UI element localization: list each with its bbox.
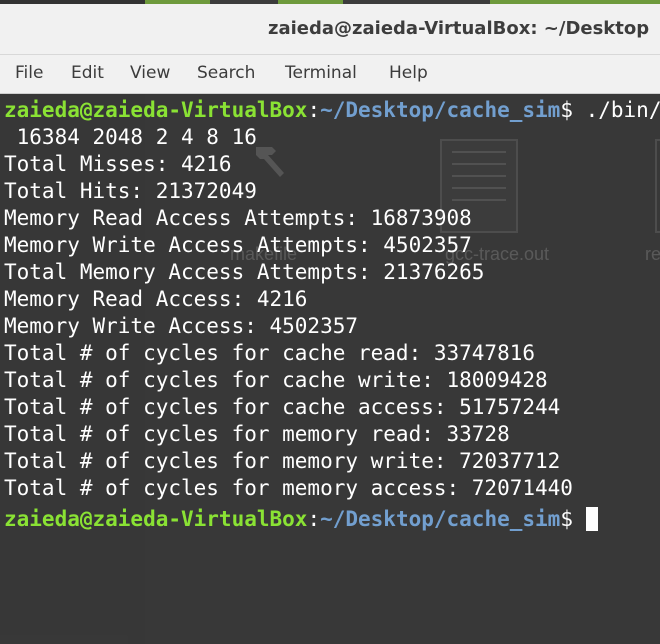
output-line: Memory Read Access: 4216 <box>4 287 308 311</box>
output-line: Total # of cycles for cache access: 5175… <box>4 395 561 419</box>
prompt-path: ~/Desktop/cache_sim <box>320 507 561 531</box>
command-text <box>573 507 586 531</box>
terminal-window: zaieda@zaieda-VirtualBox: ~/Desktop File… <box>0 4 660 644</box>
prompt-symbol: $ <box>560 98 573 122</box>
output-line: Total Hits: 21372049 <box>4 179 257 203</box>
menu-view[interactable]: View <box>130 63 170 83</box>
prompt-symbol: $ <box>560 507 573 531</box>
output-line: Total Misses: 4216 <box>4 152 232 176</box>
menu-search[interactable]: Search <box>197 63 255 83</box>
menu-edit[interactable]: Edit <box>71 63 104 83</box>
menu-terminal[interactable]: Terminal <box>285 63 357 83</box>
text-cursor <box>585 507 598 531</box>
prompt-user: zaieda@zaieda-VirtualBox <box>4 507 308 531</box>
output-line: Total # of cycles for memory read: 33728 <box>4 422 510 446</box>
output-line: Total # of cycles for memory access: 720… <box>4 476 573 500</box>
output-line: Memory Write Access Attempts: 4502357 <box>4 233 472 257</box>
prompt-path: ~/Desktop/cache_sim <box>320 98 561 122</box>
output-line: Total Memory Access Attempts: 21376265 <box>4 260 485 284</box>
output-line: Total # of cycles for memory write: 7203… <box>4 449 561 473</box>
args-line: 16384 2048 2 4 8 16 <box>4 125 257 149</box>
command-text: ./bin/ <box>572 98 660 122</box>
window-title: zaieda@zaieda-VirtualBox: ~/Desktop <box>268 18 650 39</box>
output-line: Total # of cycles for cache read: 337478… <box>4 341 536 365</box>
prompt-line: zaieda@zaieda-VirtualBox:~/Desktop/cache… <box>4 506 598 533</box>
output-line: Memory Read Access Attempts: 16873908 <box>4 206 472 230</box>
prompt-user: zaieda@zaieda-VirtualBox <box>4 98 308 122</box>
prompt-line: zaieda@zaieda-VirtualBox:~/Desktop/cache… <box>4 97 660 124</box>
menu-file[interactable]: File <box>15 63 43 83</box>
output-line: Total # of cycles for cache write: 18009… <box>4 368 548 392</box>
terminal-output-area[interactable]: zaieda@zaieda-VirtualBox:~/Desktop/cache… <box>0 94 660 644</box>
menu-bar: File Edit View Search Terminal Help <box>0 55 660 94</box>
prompt-separator: : <box>307 98 321 122</box>
output-line: Memory Write Access: 4502357 <box>4 314 359 338</box>
window-titlebar[interactable]: zaieda@zaieda-VirtualBox: ~/Desktop <box>0 4 660 55</box>
prompt-separator: : <box>307 507 321 531</box>
menu-help[interactable]: Help <box>389 63 428 83</box>
